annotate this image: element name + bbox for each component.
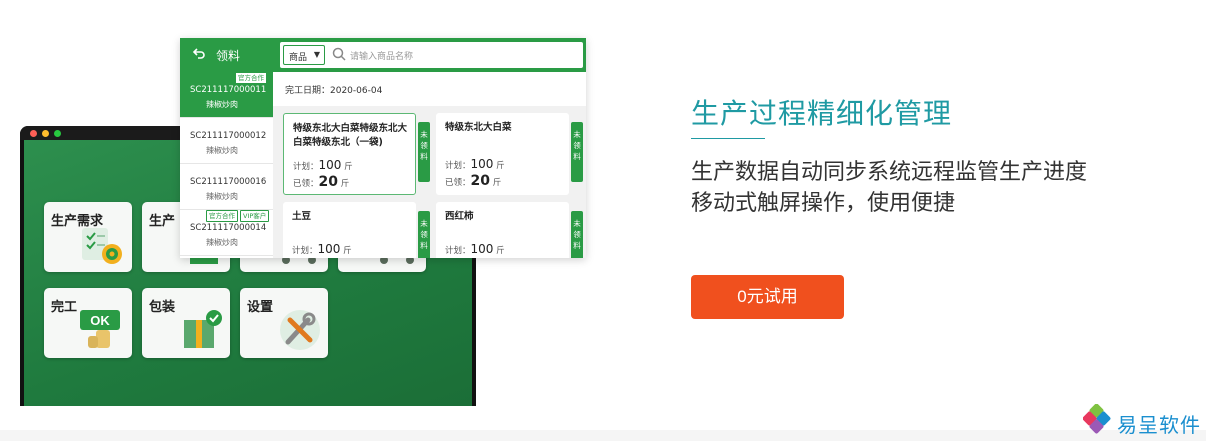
headline: 生产过程精细化管理 [691,97,953,130]
material-card[interactable]: 土豆 计划：100 斤 [283,202,416,258]
tile-complete[interactable]: 完工 OK [44,288,132,358]
order-name: 辣椒炒肉 [206,100,238,109]
material-name: 土豆 [292,211,312,222]
order-list-item[interactable]: 官方合作 SC211117000011 辣椒炒肉 [180,72,273,118]
material-area: 完工日期：2020-06-04 特级东北大白菜特级东北大白菜特级东北（一袋) 计… [273,72,586,258]
plan-quantity: 计划：100 斤 [293,158,353,172]
tag-vip: VIP客户 [240,210,270,222]
tag-official: 官方合作 [235,72,267,84]
page: 生产需求 生产 完工 OK 包装 设置 领料 商品 ▼ 请输入商品名称 官方合作… [0,0,1206,441]
category-select-value: 商品 [289,53,308,63]
material-card[interactable]: 特级东北大白菜 计划：100 斤 已领：20 斤 [436,113,569,195]
minimize-dot-icon [42,130,49,137]
tile-settings[interactable]: 设置 [240,288,328,358]
received-quantity: 已领：20 斤 [293,174,350,190]
order-list: 官方合作 SC211117000011 辣椒炒肉 SC211117000012 … [180,72,273,258]
search-icon[interactable] [332,47,346,61]
close-dot-icon [30,130,37,137]
description-line: 移动式触屏操作，使用便捷 [691,191,956,216]
material-picking-panel: 领料 商品 ▼ 请输入商品名称 官方合作 SC211117000011 辣椒炒肉 [180,38,586,258]
package-icon [184,310,222,348]
tile-label: 包装 [149,300,176,315]
panel-header: 领料 商品 ▼ 请输入商品名称 [180,38,586,72]
order-name: 辣椒炒肉 [206,238,238,247]
material-name: 特级东北大白菜特级东北大白菜特级东北（一袋) [293,123,408,148]
unpicked-tab[interactable]: 未领料 [571,211,583,258]
completion-date-bar: 完工日期：2020-06-04 [273,72,586,106]
search-input[interactable]: 请输入商品名称 [350,49,413,62]
order-list-item[interactable]: 官方合作 VIP客户 SC211117000014 辣椒炒肉 [180,210,273,256]
tools-icon [280,310,320,350]
order-code: SC211117000014 [190,223,267,233]
unpicked-tab[interactable]: 未领料 [418,211,430,258]
free-trial-button[interactable]: 0元试用 [691,275,844,319]
bottom-strip [0,430,1206,441]
material-card[interactable]: 西红柿 计划：100 斤 [436,202,569,258]
caret-down-icon: ▼ [313,50,320,59]
description-line: 生产数据自动同步系统远程监管生产进度 [691,160,1088,185]
maximize-dot-icon [54,130,61,137]
plan-quantity: 计划：100 斤 [292,242,352,256]
received-quantity: 已领：20 斤 [445,173,502,189]
headline-divider [691,138,765,139]
svg-text:OK: OK [90,313,110,328]
brand-logo[interactable]: 易呈软件 [1082,403,1200,438]
material-name: 特级东北大白菜 [445,122,512,133]
material-name: 西红柿 [445,211,474,222]
ok-sign-icon: OK [80,310,120,348]
order-name: 辣椒炒肉 [206,192,238,201]
unpicked-tab[interactable]: 未领料 [571,122,583,182]
order-list-item[interactable]: SC211117000016 辣椒炒肉 [180,164,273,210]
search-bar: 商品 ▼ 请输入商品名称 [280,42,583,68]
back-arrow-icon[interactable] [192,46,206,60]
description: 生产数据自动同步系统远程监管生产进度 移动式触屏操作，使用便捷 [691,157,1087,219]
checklist-target-icon [82,228,122,264]
unpicked-tab[interactable]: 未领料 [418,122,430,182]
tile-production-demand[interactable]: 生产需求 [44,202,132,272]
order-code: SC211117000016 [190,177,267,187]
category-select[interactable]: 商品 ▼ [283,45,325,65]
order-code: SC211117000011 [190,85,267,95]
yicheng-logo-icon [1082,403,1111,434]
panel-title: 领料 [216,49,241,63]
completion-date: 完工日期：2020-06-04 [285,86,383,96]
tile-packaging[interactable]: 包装 [142,288,230,358]
tile-label: 设置 [247,300,274,315]
material-card[interactable]: 特级东北大白菜特级东北大白菜特级东北（一袋) 计划：100 斤 已领：20 斤 [283,113,416,195]
order-name: 辣椒炒肉 [206,146,238,155]
tag-official: 官方合作 [206,210,238,222]
logo-text: 易呈软件 [1117,413,1201,437]
order-code: SC211117000012 [190,131,267,141]
plan-quantity: 计划：100 斤 [445,242,505,256]
plan-quantity: 计划：100 斤 [445,157,505,171]
tile-label: 生产 [149,214,176,229]
tile-label: 完工 [51,300,78,315]
order-list-item[interactable]: SC211117000012 辣椒炒肉 [180,118,273,164]
